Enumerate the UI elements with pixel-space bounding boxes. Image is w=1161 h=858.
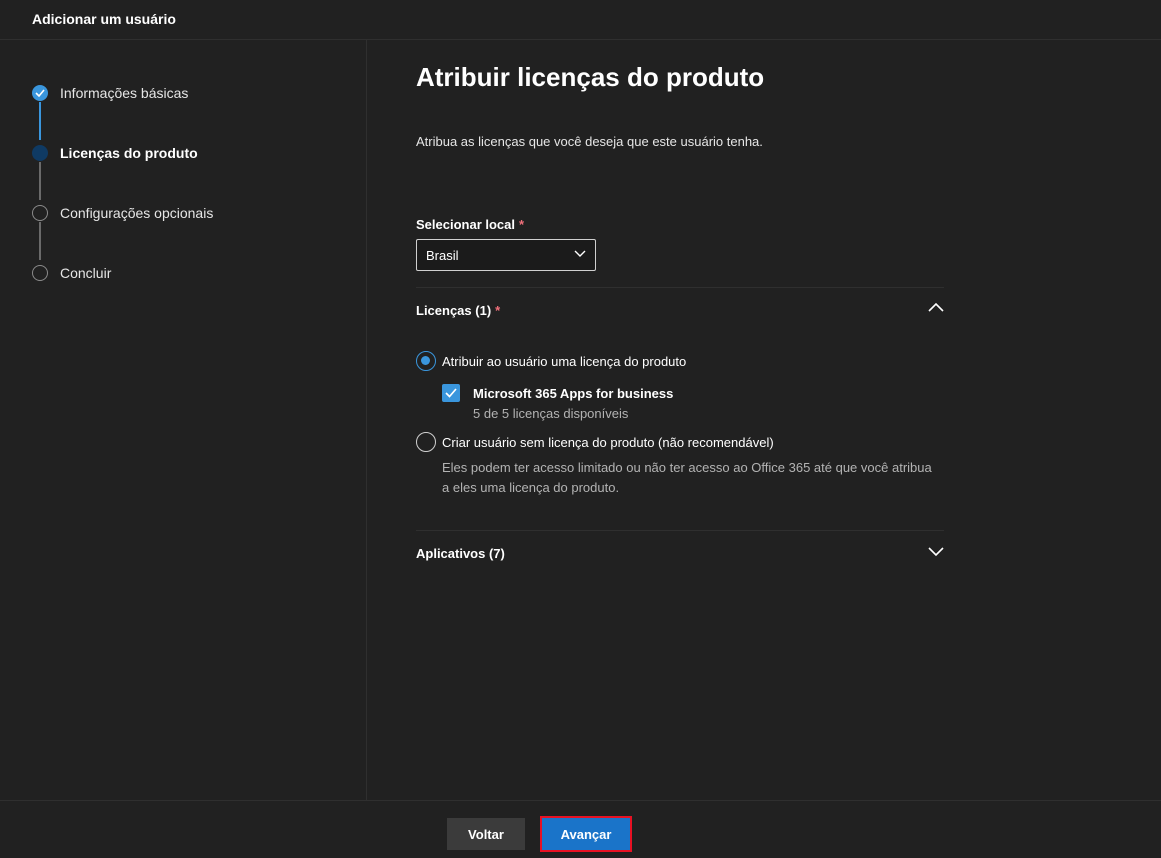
- step-informacoes-basicas[interactable]: Informações básicas: [32, 82, 352, 102]
- microsoft-365-apps-checkbox[interactable]: [442, 384, 460, 402]
- next-button[interactable]: Avançar: [540, 816, 632, 852]
- checkmark-circle-icon: [32, 85, 48, 101]
- divider: [416, 287, 944, 288]
- assign-license-radio[interactable]: [416, 351, 436, 371]
- license-availability: 5 de 5 licenças disponíveis: [473, 406, 629, 421]
- location-value: Brasil: [426, 248, 459, 263]
- step-connector: [39, 222, 41, 260]
- chevron-down-icon: [574, 250, 586, 257]
- required-mark: *: [495, 303, 501, 318]
- licenses-section-header[interactable]: Licenças (1) *: [416, 303, 500, 318]
- no-license-radio[interactable]: [416, 432, 436, 452]
- back-button[interactable]: Voltar: [447, 818, 525, 850]
- step-licencas-do-produto[interactable]: Licenças do produto: [32, 142, 352, 162]
- no-license-description: Eles podem ter acesso limitado ou não te…: [442, 460, 932, 495]
- apps-section-header[interactable]: Aplicativos (7): [416, 546, 505, 561]
- step-concluir[interactable]: Concluir: [32, 262, 352, 282]
- divider: [416, 530, 944, 531]
- dialog-title: Adicionar um usuário: [32, 11, 176, 27]
- current-step-dot-icon: [32, 145, 48, 161]
- empty-circle-icon: [32, 265, 48, 281]
- chevron-down-icon[interactable]: [928, 547, 944, 557]
- step-label: Informações básicas: [60, 85, 189, 101]
- license-product-name: Microsoft 365 Apps for business: [473, 386, 674, 401]
- main-content: Atribuir licenças do produto Atribua as …: [416, 40, 944, 800]
- step-configuracoes-opcionais[interactable]: Configurações opcionais: [32, 202, 352, 222]
- dialog-footer: Voltar Avançar: [0, 800, 1161, 858]
- wizard-steps: Informações básicas Licenças do produto …: [0, 40, 367, 800]
- empty-circle-icon: [32, 205, 48, 221]
- assign-license-label: Atribuir ao usuário uma licença do produ…: [442, 354, 687, 369]
- location-dropdown[interactable]: Brasil: [416, 239, 596, 271]
- step-connector-done: [39, 102, 41, 140]
- location-label: Selecionar local *: [416, 217, 525, 232]
- page-description: Atribua as licenças que você deseja que …: [416, 134, 763, 149]
- step-label: Concluir: [60, 265, 112, 281]
- chevron-up-icon[interactable]: [928, 302, 944, 312]
- step-label: Licenças do produto: [60, 145, 198, 161]
- step-connector: [39, 162, 41, 200]
- required-mark: *: [519, 217, 525, 232]
- dialog-header: Adicionar um usuário: [0, 0, 1161, 40]
- page-title: Atribuir licenças do produto: [416, 62, 765, 92]
- step-label: Configurações opcionais: [60, 205, 214, 221]
- checkmark-icon: [445, 388, 457, 398]
- no-license-label: Criar usuário sem licença do produto (nã…: [442, 435, 774, 450]
